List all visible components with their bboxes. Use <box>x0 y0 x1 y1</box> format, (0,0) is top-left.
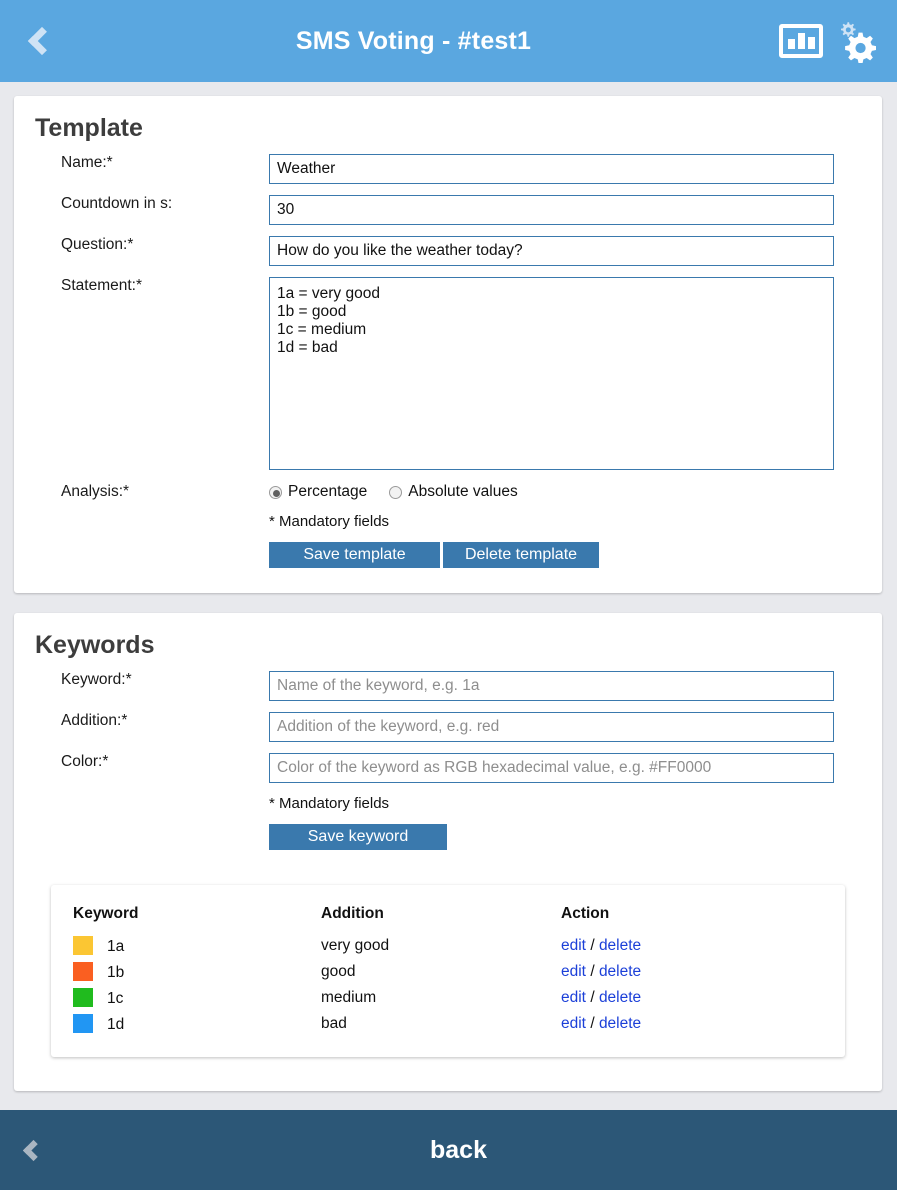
color-label: Color:* <box>61 753 109 770</box>
delete-link[interactable]: delete <box>599 1015 641 1032</box>
col-header-action: Action <box>561 905 610 922</box>
name-label: Name:* <box>61 154 113 171</box>
template-card: Template Name:* Countdown in s: Question… <box>14 96 882 593</box>
bar-chart-icon[interactable] <box>779 24 823 58</box>
keyword-name: 1a <box>107 938 125 955</box>
statement-textarea[interactable]: 1a = very good 1b = good 1c = medium 1d … <box>269 277 834 470</box>
table-row: 1a very good edit / delete <box>51 933 845 959</box>
edit-link[interactable]: edit <box>561 937 586 954</box>
table-row: 1b good edit / delete <box>51 959 845 985</box>
bar-2 <box>797 33 805 49</box>
save-keyword-button[interactable]: Save keyword <box>269 824 447 850</box>
keyword-addition: good <box>321 963 356 980</box>
keyword-name: 1b <box>107 964 125 981</box>
delete-template-button[interactable]: Delete template <box>443 542 599 568</box>
edit-link[interactable]: edit <box>561 963 586 980</box>
delete-link[interactable]: delete <box>599 937 641 954</box>
keyword-addition: medium <box>321 989 377 1006</box>
keyword-label: Keyword:* <box>61 671 132 688</box>
radio-absolute-values-label: Absolute values <box>408 483 518 500</box>
analysis-label: Analysis:* <box>61 483 130 500</box>
delete-link[interactable]: delete <box>599 989 641 1006</box>
col-header-addition: Addition <box>321 905 384 922</box>
keywords-card: Keywords Keyword:* Addition:* Color:* * … <box>14 613 882 1091</box>
name-input[interactable] <box>269 154 834 184</box>
keywords-table: Keyword Addition Action 1a very good edi… <box>51 905 845 1037</box>
keywords-table-body: 1a very good edit / delete 1b good edit … <box>51 933 845 1037</box>
header-actions <box>779 19 897 63</box>
keywords-mandatory-note: * Mandatory fields <box>269 795 390 812</box>
statement-label: Statement:* <box>61 277 142 294</box>
keyword-addition: very good <box>321 937 390 954</box>
footer-back-bar[interactable]: back <box>0 1110 897 1190</box>
delete-link[interactable]: delete <box>599 963 641 980</box>
table-header-row: Keyword Addition Action <box>51 905 845 933</box>
bar-1 <box>787 39 795 49</box>
save-template-button[interactable]: Save template <box>269 542 440 568</box>
gears-icon[interactable] <box>833 19 877 63</box>
action-separator: / <box>590 1015 595 1032</box>
footer-back-label: back <box>430 1135 487 1164</box>
keyword-color-swatch <box>73 988 93 1007</box>
template-section-title: Template <box>35 114 143 142</box>
radio-percentage-dot <box>269 485 282 499</box>
bar-3 <box>807 37 815 49</box>
keywords-table-card: Keyword Addition Action 1a very good edi… <box>51 885 845 1057</box>
keyword-addition: bad <box>321 1015 347 1032</box>
radio-percentage[interactable]: Percentage <box>269 483 367 501</box>
app-header: SMS Voting - #test1 <box>0 0 897 82</box>
page-title: SMS Voting - #test1 <box>295 26 532 55</box>
countdown-input[interactable] <box>269 195 834 225</box>
keyword-color-swatch <box>73 1014 93 1033</box>
keywords-section-title: Keywords <box>35 631 155 659</box>
keyword-input[interactable] <box>269 671 834 701</box>
action-separator: / <box>590 963 595 980</box>
table-row: 1d bad edit / delete <box>51 1011 845 1037</box>
question-input[interactable] <box>269 236 834 266</box>
color-input[interactable] <box>269 753 834 783</box>
keyword-color-swatch <box>73 936 93 955</box>
addition-label: Addition:* <box>61 712 128 729</box>
edit-link[interactable]: edit <box>561 1015 586 1032</box>
app-root: SMS Voting - #test1 Template Name:* Weat… <box>0 0 897 1190</box>
keyword-name: 1c <box>107 990 124 1007</box>
radio-percentage-label: Percentage <box>288 483 368 500</box>
col-header-keyword: Keyword <box>73 905 139 922</box>
keyword-name: 1d <box>107 1016 125 1033</box>
table-row: 1c medium edit / delete <box>51 985 845 1011</box>
action-separator: / <box>590 989 595 1006</box>
analysis-radio-group: Percentage Absolute values <box>269 483 518 501</box>
addition-input[interactable] <box>269 712 834 742</box>
keyword-color-swatch <box>73 962 93 981</box>
question-label: Question:* <box>61 236 134 253</box>
countdown-label: Countdown in s: <box>61 195 173 212</box>
radio-absolute-values[interactable]: Absolute values <box>389 483 518 501</box>
radio-absolute-values-dot <box>389 485 403 499</box>
template-mandatory-note: * Mandatory fields <box>269 513 390 530</box>
edit-link[interactable]: edit <box>561 989 586 1006</box>
action-separator: / <box>590 937 595 954</box>
